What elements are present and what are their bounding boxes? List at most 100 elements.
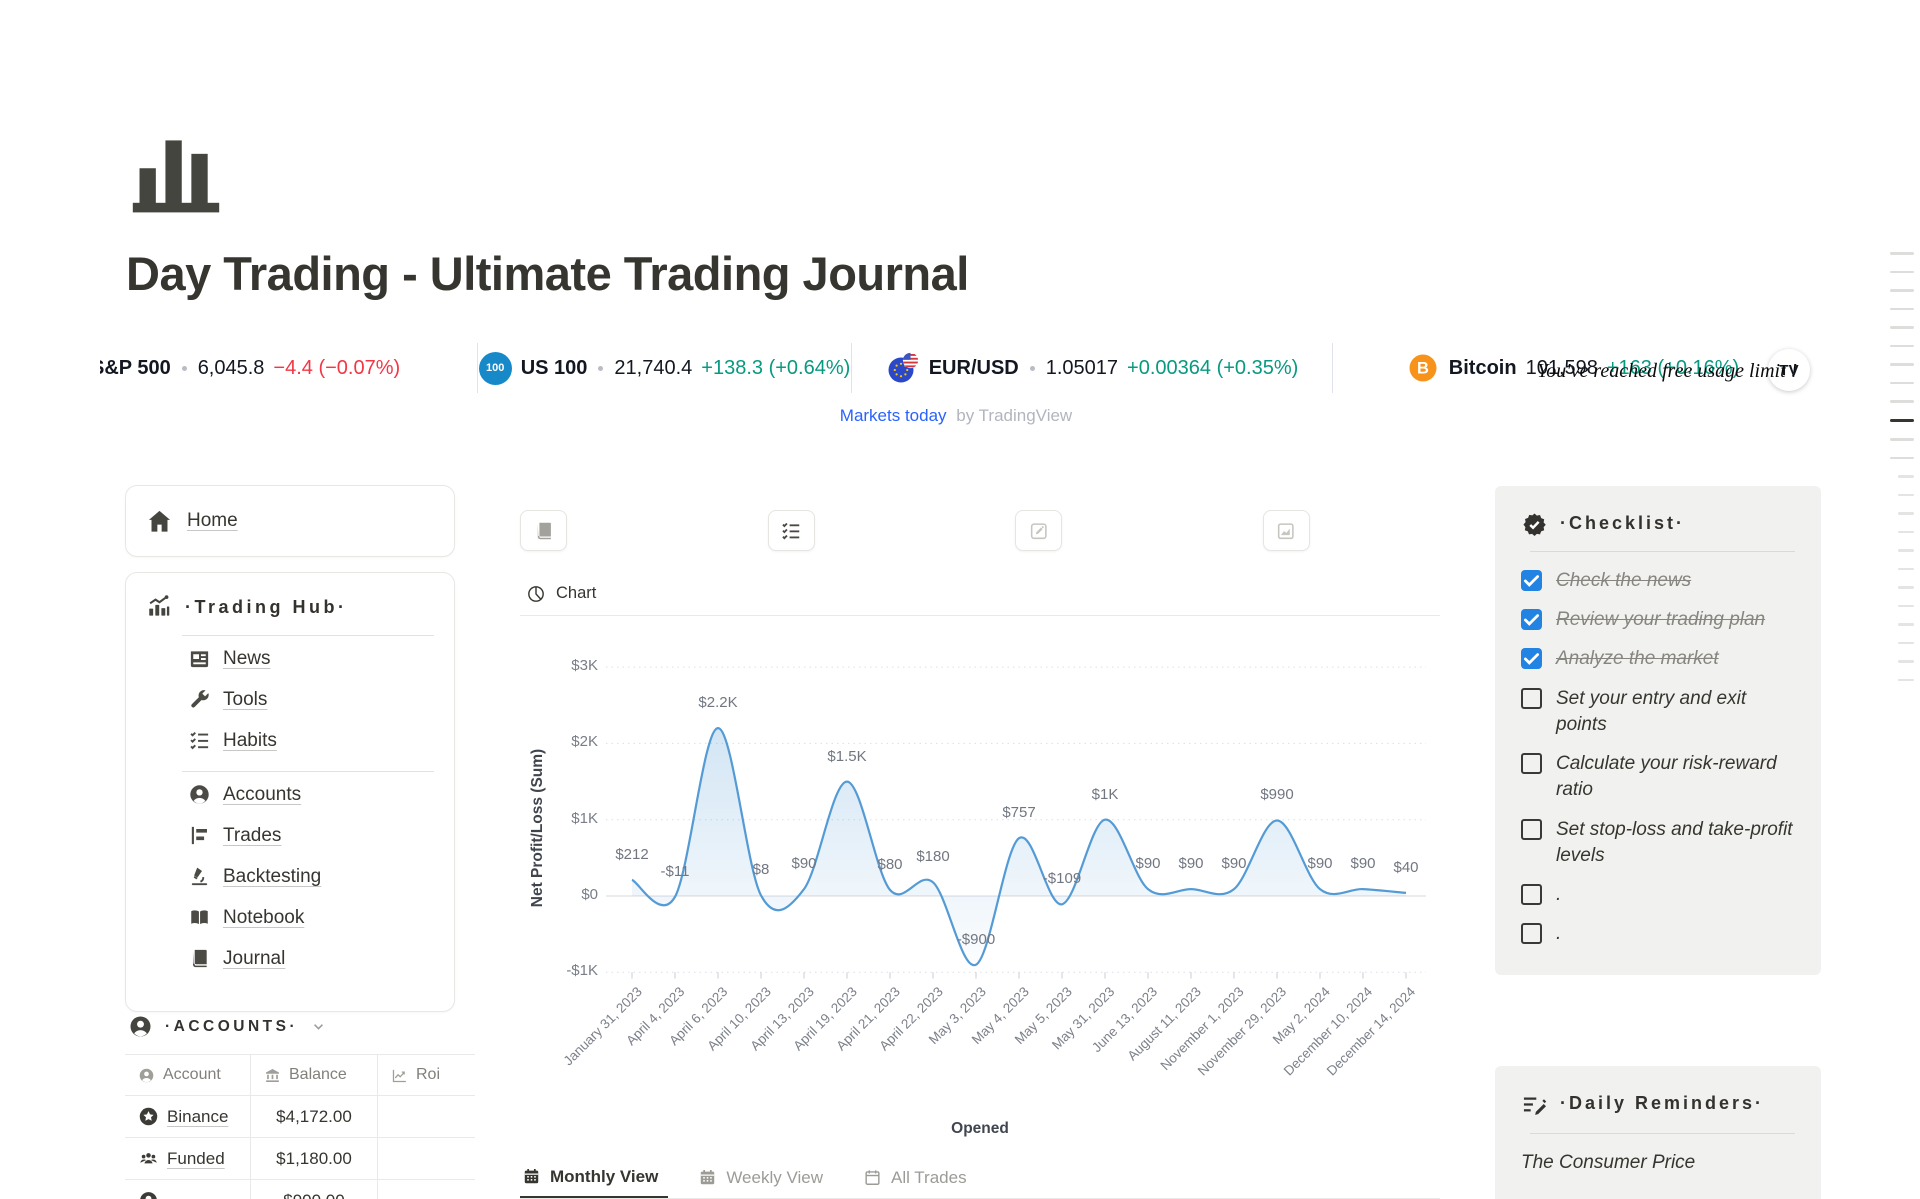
outline-mark bbox=[1890, 419, 1914, 423]
outline-mark bbox=[1898, 623, 1914, 626]
col-header-label: Balance bbox=[289, 1066, 347, 1084]
tab-label: All Trades bbox=[891, 1168, 967, 1188]
checkbox-checked[interactable] bbox=[1521, 570, 1542, 591]
seal-check-icon bbox=[1521, 511, 1548, 538]
ticker-value: 21,740.4 bbox=[614, 357, 692, 380]
col-header-label: Roi bbox=[416, 1066, 440, 1084]
ticker-item-eurusd[interactable]: EUR/USD1.05017+0.00364 (+0.35%) bbox=[886, 351, 1299, 385]
data-label: -$109 bbox=[1002, 870, 1122, 887]
sidebar-item-label[interactable]: Journal bbox=[223, 948, 285, 970]
sidebar-item-label[interactable]: Backtesting bbox=[223, 866, 321, 888]
tab-label: Monthly View bbox=[550, 1167, 658, 1187]
toolbar-checklist-button[interactable] bbox=[768, 510, 815, 551]
sidebar-item-notebook[interactable]: Notebook bbox=[146, 897, 434, 938]
balance-cell: $1,180.00 bbox=[251, 1138, 378, 1179]
checklist-item[interactable]: Calculate your risk-reward ratio bbox=[1521, 751, 1795, 803]
sidebar-item-accounts[interactable]: Accounts bbox=[146, 774, 434, 815]
page-outline-indicator[interactable] bbox=[1888, 252, 1914, 697]
checkbox-unchecked[interactable] bbox=[1521, 923, 1542, 944]
outline-mark bbox=[1898, 679, 1914, 682]
toolbar-compose-button[interactable] bbox=[1015, 510, 1062, 551]
dot-separator-icon bbox=[182, 366, 187, 371]
sidebar-item-label[interactable]: Tools bbox=[223, 689, 267, 711]
trading-hub-title: ·Trading Hub· bbox=[185, 597, 347, 618]
ticker-item-us100[interactable]: 100US 10021,740.4+138.3 (+0.64%) bbox=[479, 352, 851, 385]
toolbar-area-chart-button[interactable] bbox=[1263, 510, 1310, 551]
outline-mark bbox=[1890, 345, 1914, 348]
chart-section-header[interactable]: Chart bbox=[520, 572, 1440, 616]
sidebar-item-home[interactable]: Home bbox=[187, 510, 238, 532]
sidebar-home-card[interactable]: Home bbox=[125, 485, 455, 557]
checklist-icon bbox=[780, 520, 802, 542]
compose-icon bbox=[1028, 520, 1050, 542]
col-header-roi[interactable]: Roi bbox=[378, 1055, 475, 1095]
daily-reminders-card: ·Daily Reminders· The Consumer Price bbox=[1495, 1066, 1821, 1199]
sidebar-item-label[interactable]: Notebook bbox=[223, 907, 304, 929]
checklist-item[interactable]: Set stop-loss and take-profit levels bbox=[1521, 817, 1795, 869]
account-name-cell[interactable]: Funded bbox=[125, 1138, 251, 1179]
checklist-item[interactable]: Set your entry and exit points bbox=[1521, 686, 1795, 738]
backtesting-icon bbox=[188, 865, 211, 888]
balance-value: $4,172.00 bbox=[276, 1107, 352, 1127]
checkbox-checked[interactable] bbox=[1521, 648, 1542, 669]
tab-monthly-view[interactable]: Monthly View bbox=[520, 1157, 668, 1198]
divider bbox=[1530, 551, 1795, 552]
balance-cell: $900.00 bbox=[251, 1180, 378, 1199]
sidebar-item-journal[interactable]: Journal bbox=[146, 938, 434, 979]
ticker-value: 6,045.8 bbox=[198, 357, 265, 380]
checkbox-unchecked[interactable] bbox=[1521, 819, 1542, 840]
sidebar-item-trades[interactable]: Trades bbox=[146, 815, 434, 856]
sidebar-item-backtesting[interactable]: Backtesting bbox=[146, 856, 434, 897]
y-tick-label: $1K bbox=[520, 810, 598, 827]
account-name-cell[interactable] bbox=[125, 1180, 251, 1199]
checkbox-unchecked[interactable] bbox=[1521, 688, 1542, 709]
checklist-item-label: Review your trading plan bbox=[1556, 607, 1765, 633]
checklist-item[interactable]: Review your trading plan bbox=[1521, 607, 1795, 633]
accounts-section-header[interactable]: ·ACCOUNTS· bbox=[128, 1014, 327, 1039]
outline-mark bbox=[1890, 382, 1914, 385]
sidebar-item-label[interactable]: Habits bbox=[223, 730, 277, 752]
account-link[interactable]: Funded bbox=[167, 1149, 225, 1169]
ticker-item-sp500[interactable]: S&P 5006,045.8−4.4 (−0.07%) bbox=[100, 357, 400, 380]
y-tick-label: $0 bbox=[520, 886, 598, 903]
outline-mark bbox=[1890, 400, 1914, 403]
dot-separator-icon bbox=[598, 366, 603, 371]
y-tick-label: $3K bbox=[520, 657, 598, 674]
tab-weekly-view[interactable]: Weekly View bbox=[696, 1157, 833, 1198]
ticker-change: +0.00364 (+0.35%) bbox=[1127, 357, 1298, 380]
checkbox-checked[interactable] bbox=[1521, 609, 1542, 630]
chevron-down-icon[interactable] bbox=[310, 1018, 327, 1035]
checklist-item[interactable]: . bbox=[1521, 882, 1795, 908]
tab-all-trades[interactable]: All Trades bbox=[861, 1157, 977, 1198]
sidebar-item-tools[interactable]: Tools bbox=[146, 679, 434, 720]
sidebar-item-label[interactable]: Accounts bbox=[223, 784, 301, 806]
balance-value: $1,180.00 bbox=[276, 1149, 352, 1169]
binance-icon bbox=[138, 1106, 159, 1127]
table-row: Funded $1,180.00 bbox=[125, 1138, 475, 1180]
pie-chart-icon bbox=[526, 584, 546, 604]
y-axis-title: Net Profit/Loss (Sum) bbox=[529, 678, 547, 978]
col-header-balance[interactable]: Balance bbox=[251, 1055, 378, 1095]
checklist-header: ·Checklist· bbox=[1521, 510, 1795, 538]
sidebar-item-news[interactable]: News bbox=[146, 638, 434, 679]
daily-reminders-title: ·Daily Reminders· bbox=[1560, 1090, 1764, 1118]
home-icon bbox=[146, 508, 173, 535]
markets-today-link[interactable]: Markets today bbox=[840, 406, 947, 425]
checklist-item[interactable]: Analyze the market bbox=[1521, 646, 1795, 672]
checkbox-unchecked[interactable] bbox=[1521, 884, 1542, 905]
sidebar-item-label[interactable]: News bbox=[223, 648, 271, 670]
account-link[interactable]: Binance bbox=[167, 1107, 228, 1127]
toolbar-journal-button[interactable] bbox=[520, 510, 567, 551]
checklist-item[interactable]: Check the news bbox=[1521, 568, 1795, 594]
col-header-account[interactable]: Account bbox=[125, 1055, 251, 1095]
memo-pencil-icon bbox=[1521, 1093, 1548, 1120]
journal-icon bbox=[188, 947, 211, 970]
checklist-item[interactable]: . bbox=[1521, 921, 1795, 947]
data-label: $1.5K bbox=[787, 748, 907, 765]
checkbox-unchecked[interactable] bbox=[1521, 753, 1542, 774]
account-name-cell[interactable]: Binance bbox=[125, 1096, 251, 1137]
balance-cell: $4,172.00 bbox=[251, 1096, 378, 1137]
sidebar-item-label[interactable]: Trades bbox=[223, 825, 281, 847]
sidebar-item-habits[interactable]: Habits bbox=[146, 720, 434, 761]
data-label: $212 bbox=[572, 846, 692, 863]
